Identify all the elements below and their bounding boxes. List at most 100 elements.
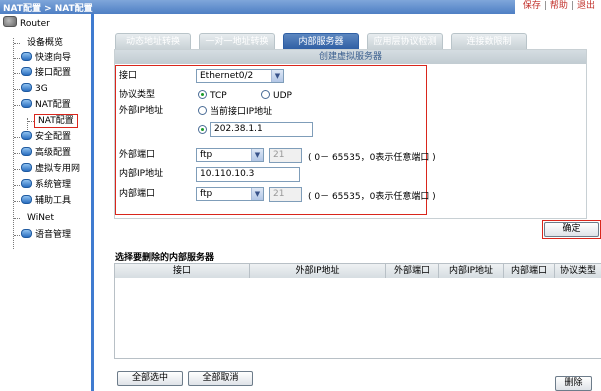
external-port-label: 外部端口 [119, 150, 156, 160]
internal-port-label: 内部端口 [119, 189, 156, 199]
radio-selected-icon [198, 125, 207, 134]
sidebar-item-label: 虚拟专用网 [35, 164, 81, 174]
sidebar-item-label: 快速向导 [35, 53, 72, 63]
help-link[interactable]: 帮助 [550, 1, 568, 11]
col-protocol: 协议类型 [559, 266, 596, 276]
external-port-select-value: ftp [200, 150, 213, 160]
interface-select[interactable]: Ethernet0/2 ▼ [196, 69, 284, 83]
select-all-button[interactable]: 全部选中 [117, 371, 183, 386]
chevron-down-icon: ▼ [251, 188, 263, 200]
sidebar-item-system-management[interactable]: 系统管理 [21, 178, 71, 192]
interface-select-value: Ethernet0/2 [200, 71, 254, 81]
link-separator: | [543, 1, 547, 11]
col-internal-port: 内部端口 [504, 264, 555, 278]
tab-alg[interactable]: 应用层协议检测 [367, 33, 443, 49]
internal-port-select[interactable]: ftp ▼ [196, 187, 264, 201]
sidebar-item-interface-config[interactable]: 接口配置 [21, 66, 71, 80]
main-content: 动态地址转换 一对一地址转换 内部服务器 应用层协议检测 连接数限制 创建虚拟服… [94, 14, 601, 391]
radio-empty-icon [198, 106, 207, 115]
folder-icon [21, 67, 32, 76]
tree-branch [14, 201, 20, 202]
folder-icon [21, 195, 32, 204]
sidebar-item-3g[interactable]: 3G [21, 82, 48, 96]
sidebar-item-tools[interactable]: 辅助工具 [21, 194, 71, 208]
sidebar-item-label: 辅助工具 [35, 196, 72, 206]
folder-icon [21, 52, 32, 61]
sidebar-item-security-config[interactable]: 安全配置 [21, 130, 71, 144]
logout-link[interactable]: 退出 [577, 1, 595, 11]
sidebar-item-device-overview[interactable]: 设备概览 [27, 36, 63, 50]
sidebar-item-label: 安全配置 [35, 132, 72, 142]
tree-branch [14, 185, 20, 186]
col-external-ip: 外部IP地址 [250, 264, 386, 278]
tab-static-nat[interactable]: 一对一地址转换 [199, 33, 275, 49]
tree-branch [14, 218, 20, 219]
sidebar-item-winet[interactable]: WiNet [27, 211, 54, 225]
breadcrumb: NAT配置 > NAT配置 [3, 4, 93, 14]
delete-button[interactable]: 删除 [555, 376, 592, 391]
tree-branch [14, 89, 20, 90]
sidebar-root-router[interactable]: Router [3, 16, 50, 30]
sidebar-item-nat-config[interactable]: NAT配置 [21, 98, 71, 112]
sidebar-item-label: 3G [35, 84, 48, 94]
sidebar: Router 设备概览 快速向导 接口配置 3G NAT配置 NAT配置 安全配… [0, 14, 92, 391]
external-port-hint: ( 0－ 65535，0表示任意端口 ) [308, 153, 436, 163]
top-bar: NAT配置 > NAT配置 保存 | 帮助 | 退出 [0, 0, 601, 14]
confirm-button[interactable]: 确定 [544, 222, 599, 237]
tree-branch [14, 58, 20, 59]
protocol-udp-radio[interactable]: UDP [261, 90, 292, 102]
link-separator: | [570, 1, 574, 11]
tree-branch [14, 105, 20, 106]
chevron-down-icon: ▼ [251, 149, 263, 161]
router-icon [3, 16, 17, 27]
tree-branch [14, 43, 20, 44]
col-internal-ip: 内部IP地址 [439, 264, 504, 278]
internal-port-number-input[interactable]: 21 [269, 187, 302, 202]
sidebar-item-label: 语音管理 [35, 230, 72, 240]
folder-icon [21, 83, 32, 92]
tab-internal-server[interactable]: 内部服务器 [283, 33, 359, 49]
folder-icon [21, 179, 32, 188]
chevron-down-icon: ▼ [271, 70, 283, 82]
tab-dynamic-nat[interactable]: 动态地址转换 [115, 33, 191, 49]
sidebar-item-quick-wizard[interactable]: 快速向导 [21, 51, 71, 65]
sidebar-item-nat-config-sub[interactable]: NAT配置 [34, 114, 78, 128]
protocol-tcp-radio[interactable]: TCP [198, 90, 227, 102]
form-title: 创建虚拟服务器 [115, 50, 586, 64]
ext-ip-custom-radio[interactable] [198, 125, 210, 137]
sidebar-item-voice-management[interactable]: 语音管理 [21, 228, 71, 242]
internal-port-hint: ( 0－ 65535，0表示任意端口 ) [308, 192, 436, 202]
external-ip-input[interactable]: 202.38.1.1 [210, 122, 313, 137]
internal-server-table: 接口 外部IP地址 外部端口 内部IP地址 内部端口 协议类型 [114, 263, 601, 359]
sidebar-item-label: NAT配置 [35, 100, 71, 110]
save-link[interactable]: 保存 [523, 1, 541, 11]
sidebar-item-label: 系统管理 [35, 180, 72, 190]
deselect-all-button[interactable]: 全部取消 [188, 371, 253, 386]
radio-selected-icon [198, 90, 207, 99]
ext-ip-current-interface-radio[interactable]: 当前接口IP地址 [198, 106, 272, 118]
radio-empty-icon [261, 90, 270, 99]
tree-branch [14, 73, 20, 74]
ext-ip-current-interface-label: 当前接口IP地址 [210, 107, 273, 117]
internal-ip-label: 内部IP地址 [119, 169, 164, 179]
interface-label: 接口 [119, 71, 138, 81]
tree-branch [14, 153, 20, 154]
virtual-server-form: 创建虚拟服务器 接口 Ethernet0/2 ▼ 协议类型 TCP UDP 外部… [114, 49, 587, 219]
sidebar-item-label: 高级配置 [35, 148, 72, 158]
top-links: 保存 | 帮助 | 退出 [514, 0, 601, 14]
sidebar-item-label: WiNet [27, 213, 54, 223]
sidebar-item-vpn[interactable]: 虚拟专用网 [21, 162, 80, 176]
folder-icon [21, 147, 32, 156]
tab-connection-limit[interactable]: 连接数限制 [451, 33, 527, 49]
external-port-select[interactable]: ftp ▼ [196, 148, 264, 162]
external-ip-label: 外部IP地址 [119, 106, 164, 116]
protocol-tcp-label: TCP [210, 91, 227, 101]
col-interface: 接口 [115, 264, 250, 278]
sidebar-root-label: Router [20, 19, 50, 29]
sidebar-item-label: 接口配置 [35, 68, 72, 78]
protocol-udp-label: UDP [273, 91, 292, 101]
sidebar-item-advanced-config[interactable]: 高级配置 [21, 146, 71, 160]
internal-ip-input[interactable]: 10.110.10.3 [196, 167, 300, 182]
tree-branch [14, 169, 20, 170]
external-port-number-input[interactable]: 21 [269, 148, 302, 163]
